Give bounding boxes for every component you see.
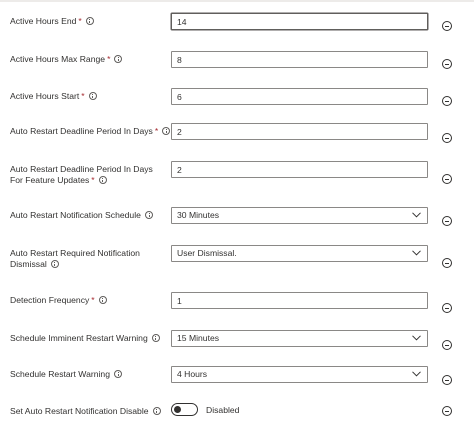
remove-setting-icon[interactable]: [442, 258, 452, 268]
info-icon[interactable]: [152, 407, 161, 415]
info-icon[interactable]: [88, 92, 97, 100]
active-hours-end-input[interactable]: [171, 13, 428, 30]
info-icon[interactable]: [114, 55, 123, 63]
schedule-restart-warning-dropdown[interactable]: 4 Hours: [171, 366, 428, 383]
setting-label: Auto Restart Notification Schedule: [10, 210, 175, 221]
info-icon[interactable]: [98, 296, 107, 304]
setting-label: Active Hours Start *: [10, 91, 170, 102]
setting-label: Active Hours End *: [10, 16, 170, 27]
top-divider: [0, 0, 474, 2]
remove-setting-icon[interactable]: [442, 216, 452, 226]
info-icon[interactable]: [114, 370, 122, 378]
remove-setting-icon[interactable]: [442, 406, 452, 416]
setting-label: Detection Frequency *: [10, 295, 170, 306]
info-icon[interactable]: [151, 334, 160, 342]
remove-setting-icon[interactable]: [442, 21, 452, 31]
setting-label: Active Hours Max Range *: [10, 54, 170, 65]
info-icon[interactable]: [162, 127, 171, 135]
remove-setting-icon[interactable]: [442, 340, 452, 350]
remove-setting-icon[interactable]: [442, 59, 452, 69]
setting-label: Auto Restart Deadline Period In Days For…: [10, 164, 153, 185]
auto-restart-required-dismissal-dropdown[interactable]: User Dismissal.: [171, 245, 428, 262]
chevron-down-icon: [412, 212, 421, 218]
setting-label: Schedule Restart Warning: [10, 369, 170, 380]
required-marker: *: [154, 126, 159, 136]
remove-setting-icon[interactable]: [442, 174, 452, 184]
auto-restart-notification-schedule-dropdown[interactable]: 30 Minutes: [171, 207, 428, 224]
toggle-state-label: Disabled: [206, 405, 240, 415]
setting-label: Schedule Imminent Restart Warning: [10, 333, 175, 344]
info-icon[interactable]: [98, 176, 107, 184]
remove-setting-icon[interactable]: [442, 96, 452, 106]
chevron-down-icon: [412, 250, 421, 256]
setting-label: Auto Restart Deadline Period In Days *: [10, 126, 175, 137]
active-hours-start-input[interactable]: [171, 88, 428, 105]
info-icon[interactable]: [85, 17, 94, 25]
setting-label: Auto Restart Required Notification Dismi…: [10, 248, 140, 269]
required-marker: *: [107, 54, 111, 64]
required-marker: *: [78, 16, 82, 26]
remove-setting-icon[interactable]: [442, 375, 452, 385]
info-icon[interactable]: [50, 260, 59, 268]
chevron-down-icon: [412, 371, 421, 377]
schedule-imminent-restart-warning-dropdown[interactable]: 15 Minutes: [171, 330, 428, 347]
auto-restart-deadline-feature-updates-input[interactable]: [171, 161, 428, 178]
remove-setting-icon[interactable]: [442, 303, 452, 313]
chevron-down-icon: [412, 335, 421, 341]
active-hours-max-range-input[interactable]: [171, 51, 428, 68]
detection-frequency-input[interactable]: [171, 292, 428, 309]
remove-setting-icon[interactable]: [442, 133, 452, 143]
setting-label: Set Auto Restart Notification Disable: [10, 406, 175, 417]
notification-disable-toggle[interactable]: [171, 403, 198, 416]
info-icon[interactable]: [144, 211, 153, 219]
required-marker: *: [91, 295, 95, 305]
auto-restart-deadline-input[interactable]: [171, 123, 428, 140]
required-marker: *: [81, 91, 85, 101]
required-marker: *: [91, 175, 95, 185]
